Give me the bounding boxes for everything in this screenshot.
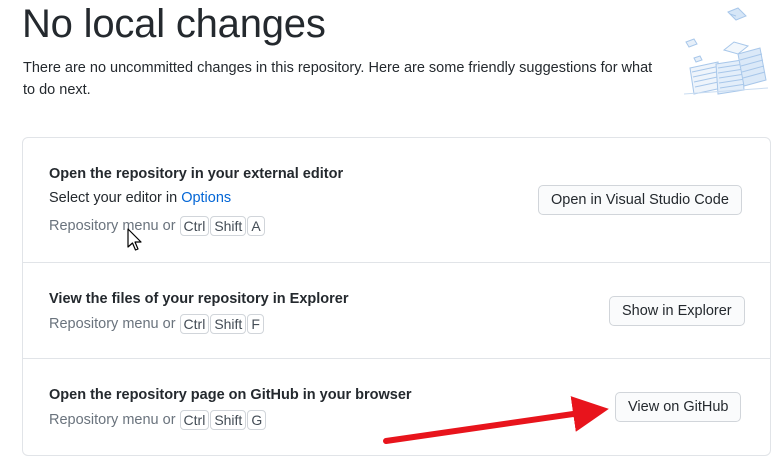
page-title: No local changes xyxy=(22,2,326,46)
no-local-changes-view: No local changes There are no uncommitte… xyxy=(0,0,782,473)
shortcut-menu-text: Repository menu or xyxy=(49,412,176,428)
open-in-visual-studio-code-button[interactable]: Open in Visual Studio Code xyxy=(538,185,742,215)
paper-stacks-illustration xyxy=(683,7,769,95)
key-shift: Shift xyxy=(210,216,247,236)
key-g: G xyxy=(247,410,267,430)
key-f: F xyxy=(247,314,264,334)
suggestion-description: Select your editor in Options xyxy=(49,190,231,206)
key-shift: Shift xyxy=(210,314,247,334)
keyboard-shortcut: Repository menu or Ctrl Shift G xyxy=(49,410,267,430)
show-in-explorer-button[interactable]: Show in Explorer xyxy=(609,296,745,326)
shortcut-menu-text: Repository menu or xyxy=(49,316,176,332)
keyboard-shortcut: Repository menu or Ctrl Shift F xyxy=(49,314,265,334)
suggestion-view-on-github: Open the repository page on GitHub in yo… xyxy=(23,359,770,457)
keyboard-shortcut: Repository menu or Ctrl Shift A xyxy=(49,216,266,236)
key-ctrl: Ctrl xyxy=(179,314,210,334)
suggestion-title: View the files of your repository in Exp… xyxy=(49,291,349,307)
key-shift: Shift xyxy=(210,410,247,430)
options-link[interactable]: Options xyxy=(181,190,231,206)
key-ctrl: Ctrl xyxy=(179,410,210,430)
shortcut-menu-text: Repository menu or xyxy=(49,218,176,234)
key-ctrl: Ctrl xyxy=(179,216,210,236)
suggestion-title: Open the repository page on GitHub in yo… xyxy=(49,387,412,403)
view-on-github-button[interactable]: View on GitHub xyxy=(615,392,742,422)
suggestion-show-in-explorer: View the files of your repository in Exp… xyxy=(23,263,770,359)
suggestion-title: Open the repository in your external edi… xyxy=(49,166,344,182)
suggestions-card: Open the repository in your external edi… xyxy=(22,137,771,456)
description-text: Select your editor in xyxy=(49,190,182,206)
mouse-pointer-icon xyxy=(127,228,142,251)
page-subtitle: There are no uncommitted changes in this… xyxy=(23,60,653,98)
key-a: A xyxy=(247,216,265,236)
